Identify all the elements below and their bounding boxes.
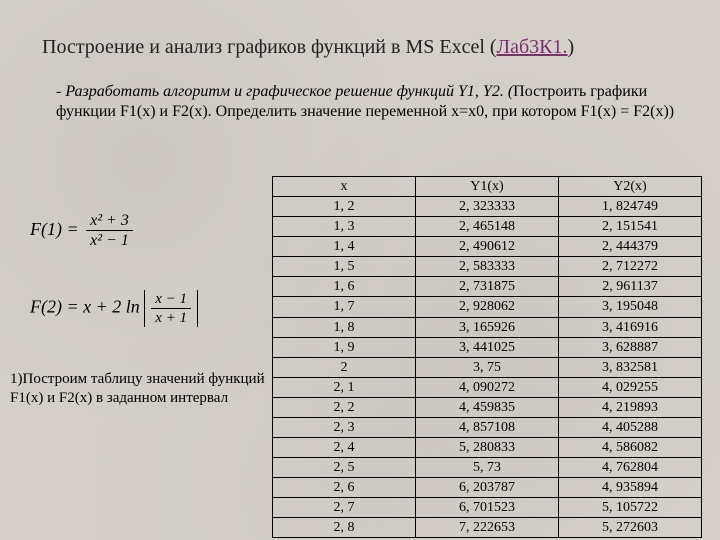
table-cell: 1, 9 bbox=[273, 337, 416, 357]
step-1-text: 1)Построим таблицу значений функций F1(x… bbox=[10, 370, 265, 408]
table-row: 1, 83, 1659263, 416916 bbox=[273, 317, 702, 337]
col-header-y1: Y1(x) bbox=[416, 177, 559, 197]
f1-fraction: x² + 3 x² − 1 bbox=[86, 211, 133, 250]
table-row: 1, 52, 5833332, 712272 bbox=[273, 257, 702, 277]
table-cell: 2, 731875 bbox=[416, 277, 559, 297]
table-cell: 2, 444379 bbox=[559, 237, 702, 257]
f2-denominator: x + 1 bbox=[151, 309, 191, 327]
table-cell: 4, 762804 bbox=[559, 458, 702, 478]
table-cell: 4, 405288 bbox=[559, 417, 702, 437]
formula-f2: F(2) = x + 2 ln x − 1 x + 1 bbox=[30, 290, 260, 327]
table-cell: 3, 195048 bbox=[559, 297, 702, 317]
table-cell: 5, 280833 bbox=[416, 438, 559, 458]
table-row: 2, 14, 0902724, 029255 bbox=[273, 377, 702, 397]
table-cell: 4, 029255 bbox=[559, 377, 702, 397]
table-row: 1, 22, 3233331, 824749 bbox=[273, 197, 702, 217]
table-row: 2, 34, 8571084, 405288 bbox=[273, 417, 702, 437]
table-cell: 5, 73 bbox=[416, 458, 559, 478]
f1-numerator: x² + 3 bbox=[86, 211, 133, 231]
table-cell: 2, 961137 bbox=[559, 277, 702, 297]
table-cell: 7, 222653 bbox=[416, 518, 559, 538]
table-cell: 1, 2 bbox=[273, 197, 416, 217]
table-cell: 2, 6 bbox=[273, 478, 416, 498]
table-cell: 3, 165926 bbox=[416, 317, 559, 337]
table-row: 1, 42, 4906122, 444379 bbox=[273, 237, 702, 257]
table-cell: 2, 3 bbox=[273, 417, 416, 437]
values-table-wrapper: x Y1(x) Y2(x) 1, 22, 3233331, 8247491, 3… bbox=[272, 176, 702, 538]
table-cell: 2, 323333 bbox=[416, 197, 559, 217]
table-row: 2, 45, 2808334, 586082 bbox=[273, 438, 702, 458]
table-cell: 2, 7 bbox=[273, 498, 416, 518]
table-cell: 2 bbox=[273, 357, 416, 377]
title-suffix: ) bbox=[568, 36, 575, 58]
table-cell: 2, 712272 bbox=[559, 257, 702, 277]
f2-abs: x − 1 x + 1 bbox=[144, 290, 198, 327]
table-cell: 3, 628887 bbox=[559, 337, 702, 357]
table-cell: 1, 6 bbox=[273, 277, 416, 297]
lab-link[interactable]: Лаб3К1. bbox=[497, 36, 568, 58]
col-header-x: x bbox=[273, 177, 416, 197]
table-cell: 5, 272603 bbox=[559, 518, 702, 538]
col-header-y2: Y2(x) bbox=[559, 177, 702, 197]
table-row: 1, 32, 4651482, 151541 bbox=[273, 217, 702, 237]
table-row: 2, 66, 2037874, 935894 bbox=[273, 478, 702, 498]
table-header-row: x Y1(x) Y2(x) bbox=[273, 177, 702, 197]
table-cell: 4, 090272 bbox=[416, 377, 559, 397]
table-cell: 4, 586082 bbox=[559, 438, 702, 458]
table-cell: 1, 824749 bbox=[559, 197, 702, 217]
table-cell: 3, 441025 bbox=[416, 337, 559, 357]
table-cell: 2, 2 bbox=[273, 397, 416, 417]
table-cell: 6, 203787 bbox=[416, 478, 559, 498]
table-cell: 2, 490612 bbox=[416, 237, 559, 257]
table-row: 2, 87, 2226535, 272603 bbox=[273, 518, 702, 538]
table-cell: 5, 105722 bbox=[559, 498, 702, 518]
table-row: 2, 76, 7015235, 105722 bbox=[273, 498, 702, 518]
table-row: 23, 753, 832581 bbox=[273, 357, 702, 377]
table-row: 2, 24, 4598354, 219893 bbox=[273, 397, 702, 417]
table-cell: 3, 75 bbox=[416, 357, 559, 377]
f2-fraction: x − 1 x + 1 bbox=[151, 290, 191, 327]
f1-label: F(1) = bbox=[30, 219, 83, 239]
table-cell: 4, 459835 bbox=[416, 397, 559, 417]
f2-label: F(2) = x + 2 ln bbox=[30, 297, 140, 317]
task-italic: - Разработать алгоритм и графическое реш… bbox=[56, 83, 513, 100]
formula-f1: F(1) = x² + 3 x² − 1 bbox=[30, 211, 260, 250]
table-cell: 3, 832581 bbox=[559, 357, 702, 377]
table-cell: 1, 5 bbox=[273, 257, 416, 277]
page-title: Построение и анализ графиков функций в M… bbox=[42, 36, 690, 59]
table-cell: 2, 583333 bbox=[416, 257, 559, 277]
table-cell: 4, 935894 bbox=[559, 478, 702, 498]
table-cell: 3, 416916 bbox=[559, 317, 702, 337]
table-row: 2, 55, 734, 762804 bbox=[273, 458, 702, 478]
values-table: x Y1(x) Y2(x) 1, 22, 3233331, 8247491, 3… bbox=[272, 176, 702, 538]
task-description: - Разработать алгоритм и графическое реш… bbox=[56, 82, 690, 122]
table-row: 1, 93, 4410253, 628887 bbox=[273, 337, 702, 357]
f1-denominator: x² − 1 bbox=[86, 231, 133, 250]
table-cell: 1, 8 bbox=[273, 317, 416, 337]
table-cell: 4, 219893 bbox=[559, 397, 702, 417]
table-cell: 1, 7 bbox=[273, 297, 416, 317]
table-cell: 1, 3 bbox=[273, 217, 416, 237]
table-row: 1, 62, 7318752, 961137 bbox=[273, 277, 702, 297]
table-cell: 2, 8 bbox=[273, 518, 416, 538]
table-cell: 2, 151541 bbox=[559, 217, 702, 237]
formula-block: F(1) = x² + 3 x² − 1 F(2) = x + 2 ln x −… bbox=[30, 185, 260, 367]
title-prefix: Построение и анализ графиков функций в M… bbox=[42, 36, 497, 58]
table-cell: 2, 5 bbox=[273, 458, 416, 478]
table-row: 1, 72, 9280623, 195048 bbox=[273, 297, 702, 317]
table-cell: 2, 928062 bbox=[416, 297, 559, 317]
table-cell: 2, 1 bbox=[273, 377, 416, 397]
table-cell: 6, 701523 bbox=[416, 498, 559, 518]
table-cell: 4, 857108 bbox=[416, 417, 559, 437]
table-cell: 2, 4 bbox=[273, 438, 416, 458]
f2-numerator: x − 1 bbox=[151, 290, 191, 309]
table-cell: 2, 465148 bbox=[416, 217, 559, 237]
table-cell: 1, 4 bbox=[273, 237, 416, 257]
